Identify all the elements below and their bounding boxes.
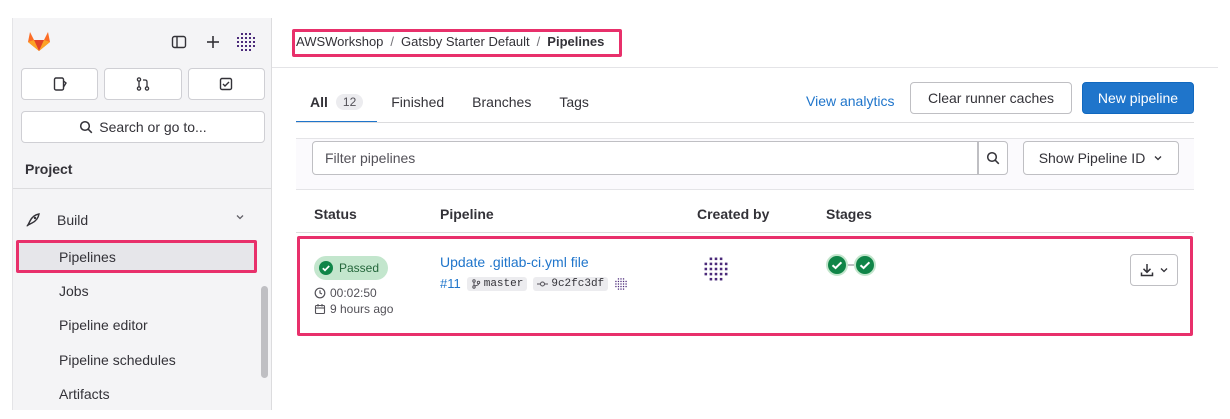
tab-finished[interactable]: Finished xyxy=(377,82,458,122)
sidebar-divider xyxy=(13,188,271,189)
pipeline-refs: #11 master 9c2fc3df xyxy=(440,276,628,291)
sidebar-item-jobs[interactable]: Jobs xyxy=(19,276,255,306)
breadcrumb: AWSWorkshop / Gatsby Starter Default / P… xyxy=(296,34,604,49)
column-header-stages: Stages xyxy=(826,206,872,222)
stage-passed-icon[interactable] xyxy=(854,254,876,276)
sidebar-item-pipelines[interactable]: Pipelines xyxy=(19,242,255,272)
chevron-down-icon xyxy=(1160,268,1168,273)
created-by-avatar-icon[interactable] xyxy=(702,255,730,283)
pipeline-finished-time: 9 hours ago xyxy=(314,302,393,316)
commit-sha: 9c2fc3df xyxy=(551,277,605,290)
status-label: Passed xyxy=(339,261,380,275)
view-analytics-link[interactable]: View analytics xyxy=(806,90,894,112)
sidebar-toggle-icon[interactable] xyxy=(168,31,190,53)
todos-tab[interactable] xyxy=(187,68,265,100)
top-bar: AWSWorkshop / Gatsby Starter Default / P… xyxy=(272,18,1218,68)
chevron-down-icon xyxy=(235,212,245,225)
tab-all[interactable]: All 12 xyxy=(296,82,378,123)
pipeline-stages xyxy=(826,254,876,276)
rocket-icon xyxy=(26,213,40,227)
sidebar-top xyxy=(13,18,271,68)
breadcrumb-item-project[interactable]: Gatsby Starter Default xyxy=(401,34,530,49)
clear-runner-caches-button[interactable]: Clear runner caches xyxy=(910,82,1072,114)
filter-pipelines-input[interactable]: Filter pipelines xyxy=(312,141,978,175)
commit-icon xyxy=(537,281,549,286)
finished-value: 9 hours ago xyxy=(330,302,394,316)
merge-requests-tab[interactable] xyxy=(104,68,182,100)
merge-request-icon xyxy=(136,77,150,91)
duration-value: 00:02:50 xyxy=(330,286,377,300)
breadcrumb-item-group[interactable]: AWSWorkshop xyxy=(296,34,383,49)
search-button[interactable]: Search or go to... xyxy=(21,111,265,143)
search-icon xyxy=(80,120,93,134)
download-icon xyxy=(1140,264,1154,277)
column-header-created-by: Created by xyxy=(697,206,770,222)
branch-icon xyxy=(472,278,480,289)
plus-icon[interactable] xyxy=(202,31,224,53)
main-content: AWSWorkshop / Gatsby Starter Default / P… xyxy=(272,18,1218,410)
sidebar-item-pipeline-schedules[interactable]: Pipeline schedules xyxy=(19,345,255,375)
show-pipeline-id-dropdown[interactable]: Show Pipeline ID xyxy=(1023,141,1179,175)
table-row: Passed 00:02:50 9 hours ago Update .gitl… xyxy=(296,240,1194,336)
sidebar-item-artifacts[interactable]: Artifacts xyxy=(19,379,255,409)
user-avatar-icon[interactable] xyxy=(235,31,257,53)
commit-chip[interactable]: 9c2fc3df xyxy=(533,276,609,291)
filter-search-button[interactable] xyxy=(978,141,1008,175)
sidebar: Search or go to... Project Build Pipelin… xyxy=(12,18,272,410)
sidebar-item-build-label: Build xyxy=(57,212,89,228)
pipeline-title-link[interactable]: Update .gitlab-ci.yml file xyxy=(440,254,589,270)
pipeline-id-link[interactable]: #11 xyxy=(440,276,461,291)
pipeline-duration: 00:02:50 xyxy=(314,286,377,300)
branch-name: master xyxy=(483,277,524,290)
sidebar-section-title: Project xyxy=(25,161,73,177)
todo-icon xyxy=(220,77,233,91)
sidebar-scrollbar[interactable] xyxy=(261,286,268,378)
tab-all-count: 12 xyxy=(335,94,364,110)
issues-tab[interactable] xyxy=(21,68,99,100)
gitlab-logo-icon[interactable] xyxy=(27,30,51,52)
new-pipeline-button[interactable]: New pipeline xyxy=(1082,82,1194,114)
tab-all-label: All xyxy=(310,94,328,110)
table-header-divider xyxy=(296,232,1194,233)
breadcrumb-separator: / xyxy=(536,34,541,49)
sidebar-quick-tabs xyxy=(21,68,265,102)
breadcrumb-item-current[interactable]: Pipelines xyxy=(547,34,604,49)
stage-passed-icon[interactable] xyxy=(826,254,848,276)
status-badge[interactable]: Passed xyxy=(314,256,389,280)
commit-author-avatar-icon[interactable] xyxy=(614,277,628,291)
branch-chip[interactable]: master xyxy=(466,276,528,291)
sidebar-item-build[interactable]: Build xyxy=(25,208,245,232)
chevron-down-icon xyxy=(1154,156,1162,161)
search-icon xyxy=(986,151,1000,165)
tab-tags[interactable]: Tags xyxy=(545,82,603,122)
clock-icon xyxy=(314,287,326,299)
calendar-icon xyxy=(314,304,326,315)
column-header-pipeline: Pipeline xyxy=(440,206,494,222)
search-label: Search or go to... xyxy=(99,119,207,135)
column-header-status: Status xyxy=(314,206,357,222)
download-artifacts-dropdown[interactable] xyxy=(1130,254,1178,286)
check-circle-icon xyxy=(319,261,333,275)
tab-branches[interactable]: Branches xyxy=(458,82,545,122)
pipeline-tabs: All 12 Finished Branches Tags xyxy=(296,82,603,123)
show-pipeline-id-label: Show Pipeline ID xyxy=(1038,150,1146,166)
sidebar-item-pipeline-editor[interactable]: Pipeline editor xyxy=(19,310,255,340)
filter-bar: Filter pipelines Show Pipeline ID xyxy=(296,138,1194,190)
breadcrumb-separator: / xyxy=(390,34,395,49)
issues-icon xyxy=(53,77,67,91)
tabs-divider xyxy=(296,122,1194,123)
